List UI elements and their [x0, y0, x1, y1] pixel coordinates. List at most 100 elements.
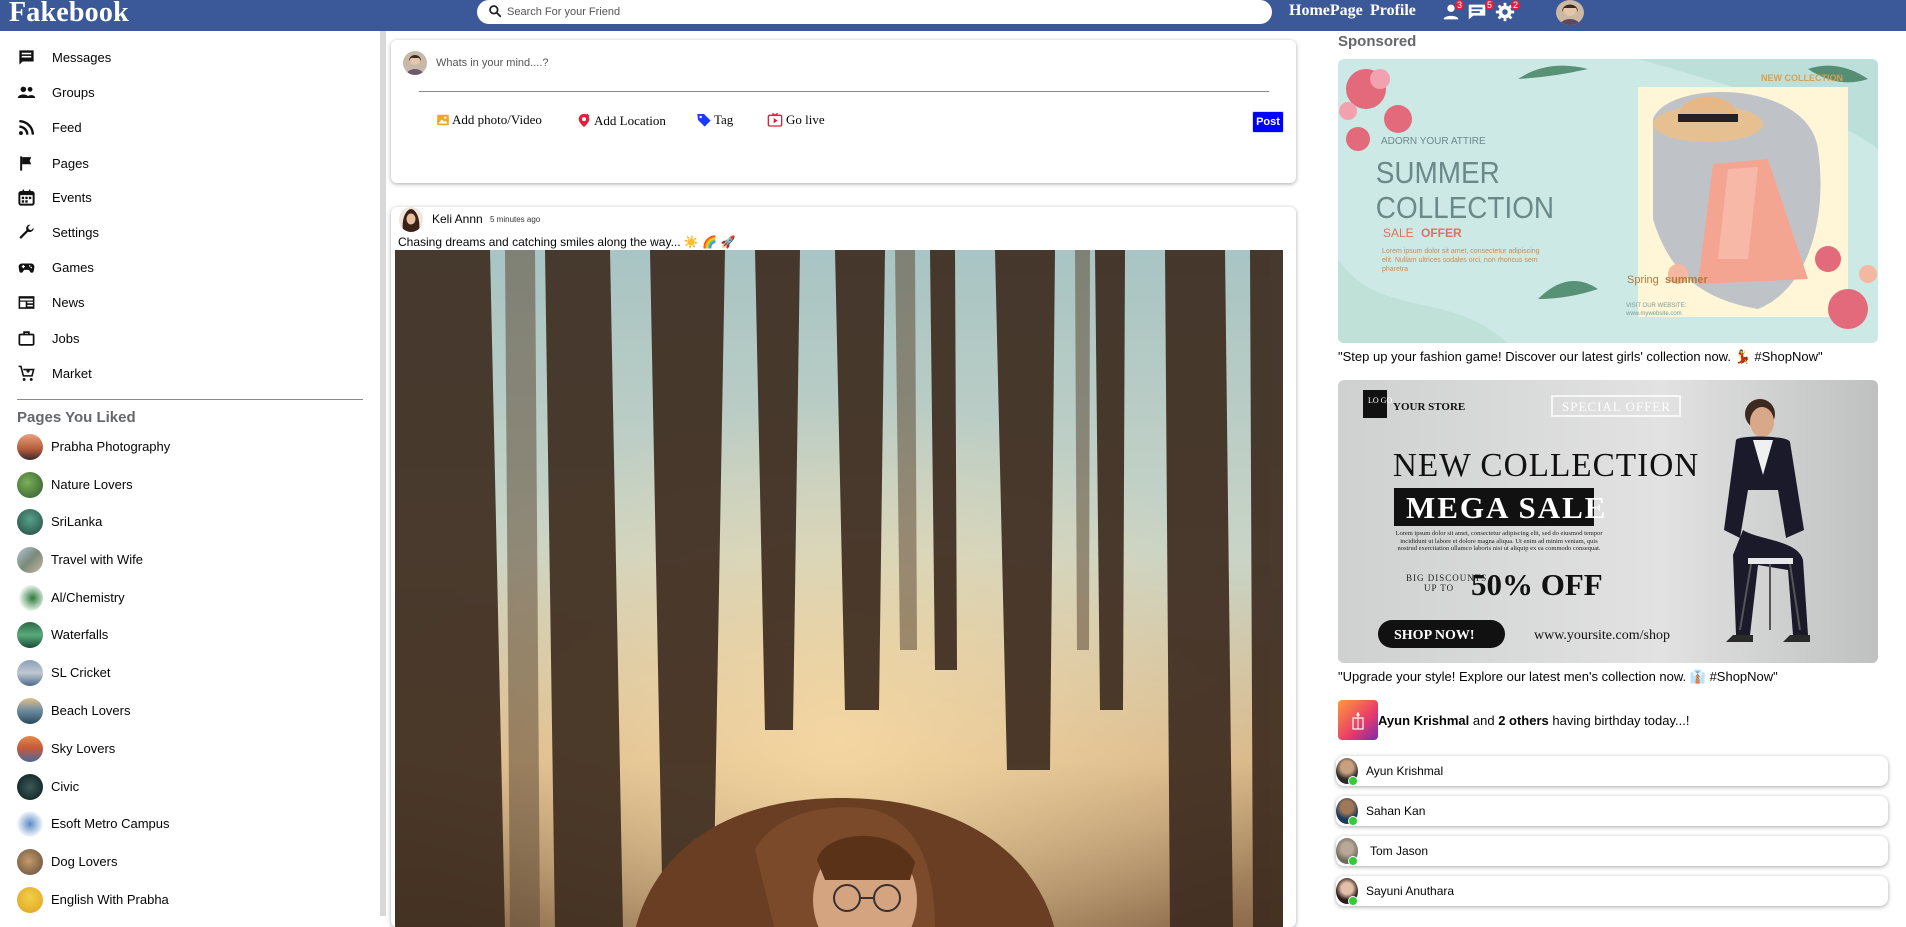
liked-page-item[interactable]: Sky Lovers [17, 735, 115, 762]
liked-page-item[interactable]: SL Cricket [17, 659, 110, 686]
liked-page-item[interactable]: English With Prabha [17, 886, 169, 913]
ad-banner-summer[interactable]: ADORN YOUR ATTIRE SUMMER COLLECTION SALE… [1338, 59, 1878, 343]
tag-button[interactable]: Tag [696, 112, 733, 128]
online-friend-item[interactable]: Sayuni Anuthara [1336, 876, 1888, 906]
rss-icon [18, 119, 35, 135]
page-avatar [17, 697, 43, 724]
sidebar-item-pages[interactable]: Pages [17, 152, 89, 174]
composer-divider [419, 91, 1269, 92]
post-photo[interactable] [395, 250, 1283, 927]
sidebar-item-messages[interactable]: Messages [17, 46, 111, 68]
liked-page-item[interactable]: Dog Lovers [17, 848, 117, 875]
post-author-name[interactable]: Keli Annn [432, 212, 483, 226]
sidebar-item-market[interactable]: Market [17, 362, 92, 384]
sidebar-item-jobs[interactable]: Jobs [17, 327, 79, 349]
online-status-dot [1348, 816, 1358, 826]
sidebar-item-label: Market [52, 365, 92, 381]
liked-page-item[interactable]: Esoft Metro Campus [17, 810, 170, 837]
ad-site-text: www.mywebsite.com [1625, 311, 1682, 317]
online-status-dot [1348, 776, 1358, 786]
ad-new-collection-text: NEW COLLECTION [1761, 73, 1843, 83]
sidebar-item-label: Groups [52, 84, 95, 100]
feed-post: Keli Annn 5 minutes ago Chasing dreams a… [391, 207, 1296, 927]
ad-store-text: YOUR STORE [1393, 401, 1465, 413]
calendar-icon [18, 189, 35, 206]
post-button[interactable]: Post [1252, 111, 1284, 133]
ad-adorn-text: ADORN YOUR ATTIRE [1381, 136, 1486, 147]
ad-upto-text: UP TO [1424, 583, 1454, 593]
sidebar-item-label: Events [52, 189, 92, 205]
left-sidebar: Messages Groups Feed Pages Events Settin… [0, 31, 380, 916]
online-friend-item[interactable]: Tom Jason [1336, 836, 1888, 866]
location-pin-icon [578, 113, 590, 128]
friend-name: Ayun Krishmal [1366, 764, 1444, 778]
ad-site-text-2: www.yoursite.com/shop [1534, 628, 1670, 643]
liked-page-item[interactable]: Travel with Wife [17, 546, 143, 573]
sidebar-item-label: News [52, 294, 85, 310]
go-live-label: Go live [786, 112, 825, 127]
composer-input[interactable] [436, 54, 1236, 72]
online-friend-item[interactable]: Ayun Krishmal [1336, 756, 1888, 786]
sidebar-item-label: Pages [52, 155, 89, 171]
sidebar-item-settings[interactable]: Settings [17, 221, 99, 243]
page-label: SL Cricket [51, 665, 111, 680]
sidebar-item-games[interactable]: Games [17, 256, 94, 278]
ad-visit-text: VISIT OUR WEBSITE: [1626, 303, 1687, 309]
wrench-icon [19, 224, 34, 239]
add-location-button[interactable]: Add Location [576, 112, 666, 129]
birthday-notice[interactable]: Ayun Krishmal and 2 others having birthd… [1338, 700, 1689, 740]
page-label: Esoft Metro Campus [51, 816, 170, 831]
ad-spring-text: Spring [1627, 274, 1659, 286]
gamepad-icon [18, 263, 35, 273]
page-avatar [17, 508, 43, 535]
liked-page-item[interactable]: Prabha Photography [17, 433, 170, 460]
ad-lorem-text: Lorem ipsum dolor sit amet, consectetur … [1382, 248, 1540, 273]
flag-icon [20, 155, 32, 171]
online-status-dot [1348, 856, 1358, 866]
messages-badge: 5 [1485, 0, 1495, 10]
logo[interactable]: Fakebook [9, 0, 129, 29]
ad-pct-text: 50% OFF [1471, 567, 1603, 602]
go-live-button[interactable]: Go live [766, 112, 825, 128]
liked-page-item[interactable]: SriLanka [17, 508, 102, 535]
online-friend-item[interactable]: Sahan Kan [1336, 796, 1888, 826]
page-label: Civic [51, 779, 80, 794]
page-label: Prabha Photography [51, 439, 171, 454]
add-location-label: Add Location [594, 112, 666, 128]
sidebar-item-label: Feed [52, 119, 82, 135]
sidebar-item-label: Messages [52, 49, 112, 65]
ad-offer-text: OFFER [1421, 226, 1462, 240]
liked-page-item[interactable]: Beach Lovers [17, 697, 131, 724]
tag-label: Tag [714, 112, 734, 127]
sidebar-item-news[interactable]: News [17, 291, 85, 313]
nav-profile-link[interactable]: Profile [1370, 2, 1416, 20]
tag-icon [697, 114, 711, 127]
post-author-avatar[interactable] [399, 207, 423, 232]
groups-icon [17, 86, 36, 98]
liked-page-item[interactable]: Waterfalls [17, 621, 108, 648]
liked-page-item[interactable]: Civic [17, 773, 79, 800]
post-timestamp: 5 minutes ago [490, 215, 541, 224]
friend-requests-badge: 3 [1455, 0, 1465, 10]
search-input[interactable] [507, 3, 1247, 21]
page-avatar [17, 848, 43, 875]
sidebar-item-groups[interactable]: Groups [17, 81, 95, 103]
ad-summer-text: summer [1665, 274, 1709, 286]
add-photo-label: Add photo/Video [452, 112, 542, 127]
page-label: English With Prabha [51, 892, 169, 907]
page-avatar [17, 886, 43, 913]
search-bar[interactable] [477, 0, 1272, 24]
ad-banner-mega-sale[interactable]: LO GO YOUR STORE SPECIAL OFFER NEW COLLE… [1338, 380, 1878, 663]
liked-page-item[interactable]: Nature Lovers [17, 471, 133, 498]
sidebar-item-events[interactable]: Events [17, 186, 92, 208]
page-avatar [17, 471, 43, 498]
newspaper-icon [18, 295, 35, 309]
liked-page-item[interactable]: Al/Chemistry [17, 584, 125, 611]
sidebar-item-feed[interactable]: Feed [17, 116, 82, 138]
sidebar-item-label: Games [52, 259, 94, 275]
profile-avatar[interactable] [1556, 0, 1584, 25]
birthday-rest: having birthday today...! [1548, 712, 1690, 728]
nav-homepage-link[interactable]: HomePage [1289, 2, 1363, 20]
page-label: Al/Chemistry [51, 590, 125, 605]
add-photo-button[interactable]: Add photo/Video [436, 112, 542, 128]
